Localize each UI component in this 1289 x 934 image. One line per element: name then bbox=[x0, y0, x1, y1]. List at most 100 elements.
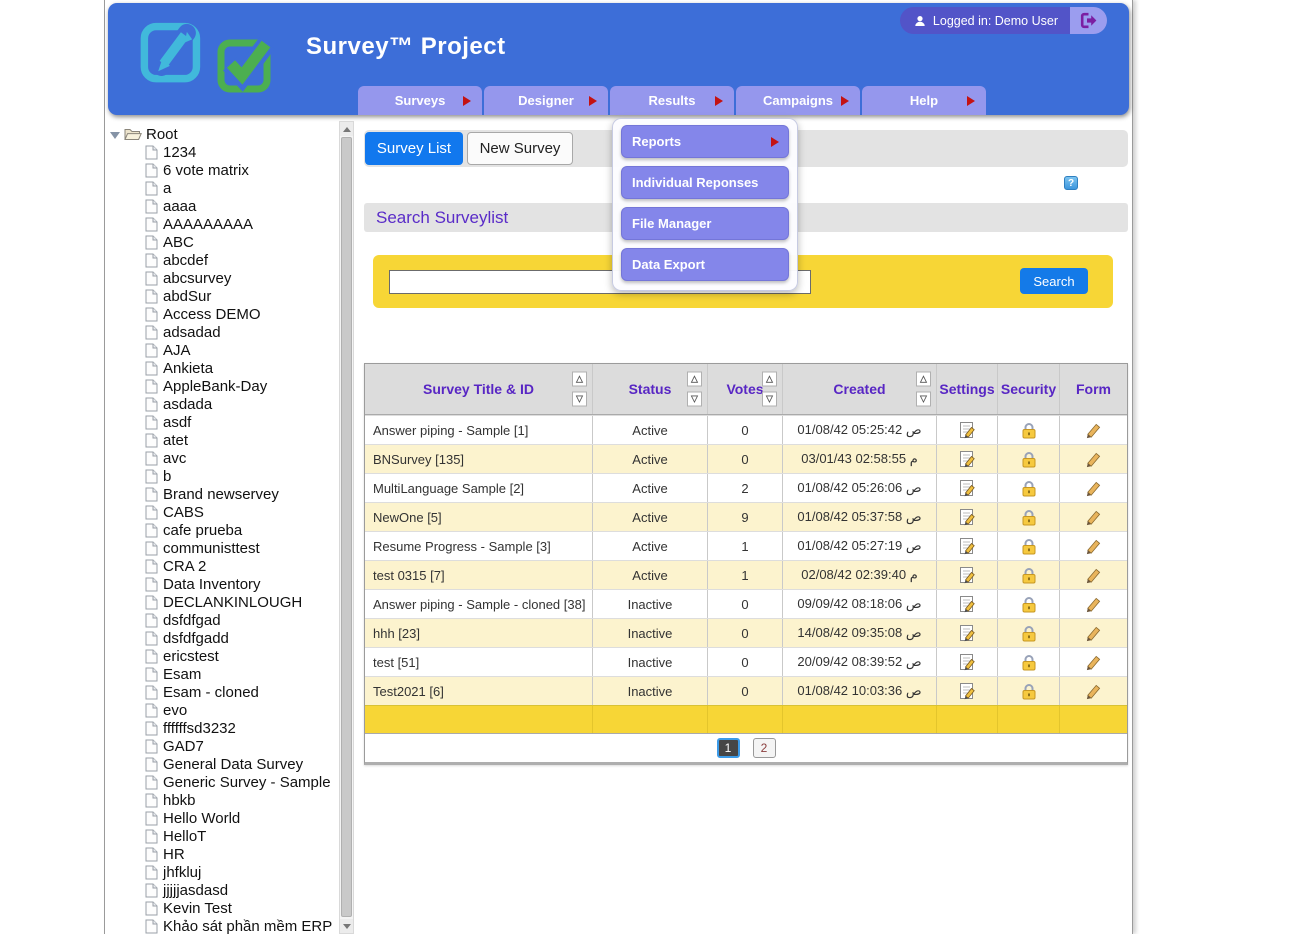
tree-item[interactable]: GAD7 bbox=[105, 737, 339, 755]
security-lock-icon[interactable] bbox=[1022, 480, 1036, 497]
sort-ascending-button[interactable]: △ bbox=[762, 372, 777, 387]
tree-item[interactable]: 6 vote matrix bbox=[105, 161, 339, 179]
scroll-down-button[interactable] bbox=[340, 919, 353, 933]
nav-item-results[interactable]: Results bbox=[610, 86, 734, 115]
tree-item[interactable]: Ankieta bbox=[105, 359, 339, 377]
security-lock-icon[interactable] bbox=[1022, 451, 1036, 468]
tree-item[interactable]: dsfdfgadd bbox=[105, 629, 339, 647]
menu-item-file-manager[interactable]: File Manager bbox=[621, 207, 789, 240]
tree-item[interactable]: ABC bbox=[105, 233, 339, 251]
form-pencil-icon[interactable] bbox=[1085, 509, 1102, 526]
tree-item[interactable]: HR bbox=[105, 845, 339, 863]
tree-item[interactable]: CABS bbox=[105, 503, 339, 521]
settings-icon[interactable] bbox=[959, 422, 976, 439]
tree-item[interactable]: ericstest bbox=[105, 647, 339, 665]
security-lock-icon[interactable] bbox=[1022, 654, 1036, 671]
tree-item[interactable]: evo bbox=[105, 701, 339, 719]
tree-item[interactable]: 1234 bbox=[105, 143, 339, 161]
tab-survey-list[interactable]: Survey List bbox=[365, 132, 463, 165]
nav-item-campaigns[interactable]: Campaigns bbox=[736, 86, 860, 115]
tree-item[interactable]: avc bbox=[105, 449, 339, 467]
tree-item[interactable]: Generic Survey - Sample bbox=[105, 773, 339, 791]
tree-item[interactable]: asdf bbox=[105, 413, 339, 431]
tree-item[interactable]: cafe prueba bbox=[105, 521, 339, 539]
security-lock-icon[interactable] bbox=[1022, 509, 1036, 526]
sort-ascending-button[interactable]: △ bbox=[687, 372, 702, 387]
nav-item-surveys[interactable]: Surveys bbox=[358, 86, 482, 115]
settings-icon[interactable] bbox=[959, 683, 976, 700]
tree-item[interactable]: aaaa bbox=[105, 197, 339, 215]
tree-item[interactable]: Esam bbox=[105, 665, 339, 683]
tree-item[interactable]: AAAAAAAAA bbox=[105, 215, 339, 233]
tab-new-survey[interactable]: New Survey bbox=[467, 132, 573, 165]
logout-button[interactable] bbox=[1070, 7, 1107, 34]
settings-icon[interactable] bbox=[959, 596, 976, 613]
page-button-1[interactable]: 1 bbox=[717, 738, 740, 758]
tree-item[interactable]: CRA 2 bbox=[105, 557, 339, 575]
tree-item[interactable]: Data Inventory bbox=[105, 575, 339, 593]
tree-item[interactable]: Brand newservey bbox=[105, 485, 339, 503]
settings-icon[interactable] bbox=[959, 654, 976, 671]
scrollbar-thumb[interactable] bbox=[341, 137, 352, 917]
form-pencil-icon[interactable] bbox=[1085, 538, 1102, 555]
settings-icon[interactable] bbox=[959, 625, 976, 642]
menu-item-individual-reponses[interactable]: Individual Reponses bbox=[621, 166, 789, 199]
form-pencil-icon[interactable] bbox=[1085, 480, 1102, 497]
collapse-icon[interactable] bbox=[110, 132, 120, 139]
form-pencil-icon[interactable] bbox=[1085, 422, 1102, 439]
sort-descending-button[interactable]: ▽ bbox=[762, 392, 777, 407]
tree-item[interactable]: dsfdfgad bbox=[105, 611, 339, 629]
security-lock-icon[interactable] bbox=[1022, 422, 1036, 439]
security-lock-icon[interactable] bbox=[1022, 538, 1036, 555]
settings-icon[interactable] bbox=[959, 567, 976, 584]
sort-descending-button[interactable]: ▽ bbox=[687, 392, 702, 407]
tree-root[interactable]: Root bbox=[105, 125, 339, 143]
form-pencil-icon[interactable] bbox=[1085, 451, 1102, 468]
tree-item[interactable]: abcdef bbox=[105, 251, 339, 269]
tree-item[interactable]: Kevin Test bbox=[105, 899, 339, 917]
settings-icon[interactable] bbox=[959, 509, 976, 526]
tree-item[interactable]: AppleBank-Day bbox=[105, 377, 339, 395]
help-icon[interactable]: ? bbox=[1064, 176, 1078, 190]
tree-scrollbar[interactable] bbox=[339, 121, 354, 934]
tree-item[interactable]: adsadad bbox=[105, 323, 339, 341]
tree-item[interactable]: DECLANKINLOUGH bbox=[105, 593, 339, 611]
form-pencil-icon[interactable] bbox=[1085, 654, 1102, 671]
security-lock-icon[interactable] bbox=[1022, 625, 1036, 642]
menu-item-reports[interactable]: Reports bbox=[621, 125, 789, 158]
menu-item-data-export[interactable]: Data Export bbox=[621, 248, 789, 281]
nav-item-designer[interactable]: Designer bbox=[484, 86, 608, 115]
form-pencil-icon[interactable] bbox=[1085, 683, 1102, 700]
settings-icon[interactable] bbox=[959, 480, 976, 497]
tree-item[interactable]: abcsurvey bbox=[105, 269, 339, 287]
security-lock-icon[interactable] bbox=[1022, 567, 1036, 584]
settings-icon[interactable] bbox=[959, 451, 976, 468]
tree-item[interactable]: b bbox=[105, 467, 339, 485]
sort-descending-button[interactable]: ▽ bbox=[572, 392, 587, 407]
scroll-up-button[interactable] bbox=[340, 122, 353, 136]
settings-icon[interactable] bbox=[959, 538, 976, 555]
page-button-2[interactable]: 2 bbox=[753, 738, 776, 758]
sort-descending-button[interactable]: ▽ bbox=[916, 392, 931, 407]
nav-item-help[interactable]: Help bbox=[862, 86, 986, 115]
tree-item[interactable]: abdSur bbox=[105, 287, 339, 305]
form-pencil-icon[interactable] bbox=[1085, 625, 1102, 642]
tree-item[interactable]: HelloT bbox=[105, 827, 339, 845]
form-pencil-icon[interactable] bbox=[1085, 567, 1102, 584]
tree-item[interactable]: AJA bbox=[105, 341, 339, 359]
security-lock-icon[interactable] bbox=[1022, 596, 1036, 613]
sort-ascending-button[interactable]: △ bbox=[916, 372, 931, 387]
tree-item[interactable]: atet bbox=[105, 431, 339, 449]
search-button[interactable]: Search bbox=[1020, 268, 1088, 294]
sort-ascending-button[interactable]: △ bbox=[572, 372, 587, 387]
tree-item[interactable]: Khảo sát phần mềm ERP bbox=[105, 917, 339, 934]
tree-item[interactable]: ffffffsd3232 bbox=[105, 719, 339, 737]
tree-item[interactable]: hbkb bbox=[105, 791, 339, 809]
form-pencil-icon[interactable] bbox=[1085, 596, 1102, 613]
tree-item[interactable]: jjjjjasdasd bbox=[105, 881, 339, 899]
tree-item[interactable]: asdada bbox=[105, 395, 339, 413]
tree-item[interactable]: Hello World bbox=[105, 809, 339, 827]
tree-item[interactable]: jhfkluj bbox=[105, 863, 339, 881]
tree-item[interactable]: Esam - cloned bbox=[105, 683, 339, 701]
tree-item[interactable]: Access DEMO bbox=[105, 305, 339, 323]
